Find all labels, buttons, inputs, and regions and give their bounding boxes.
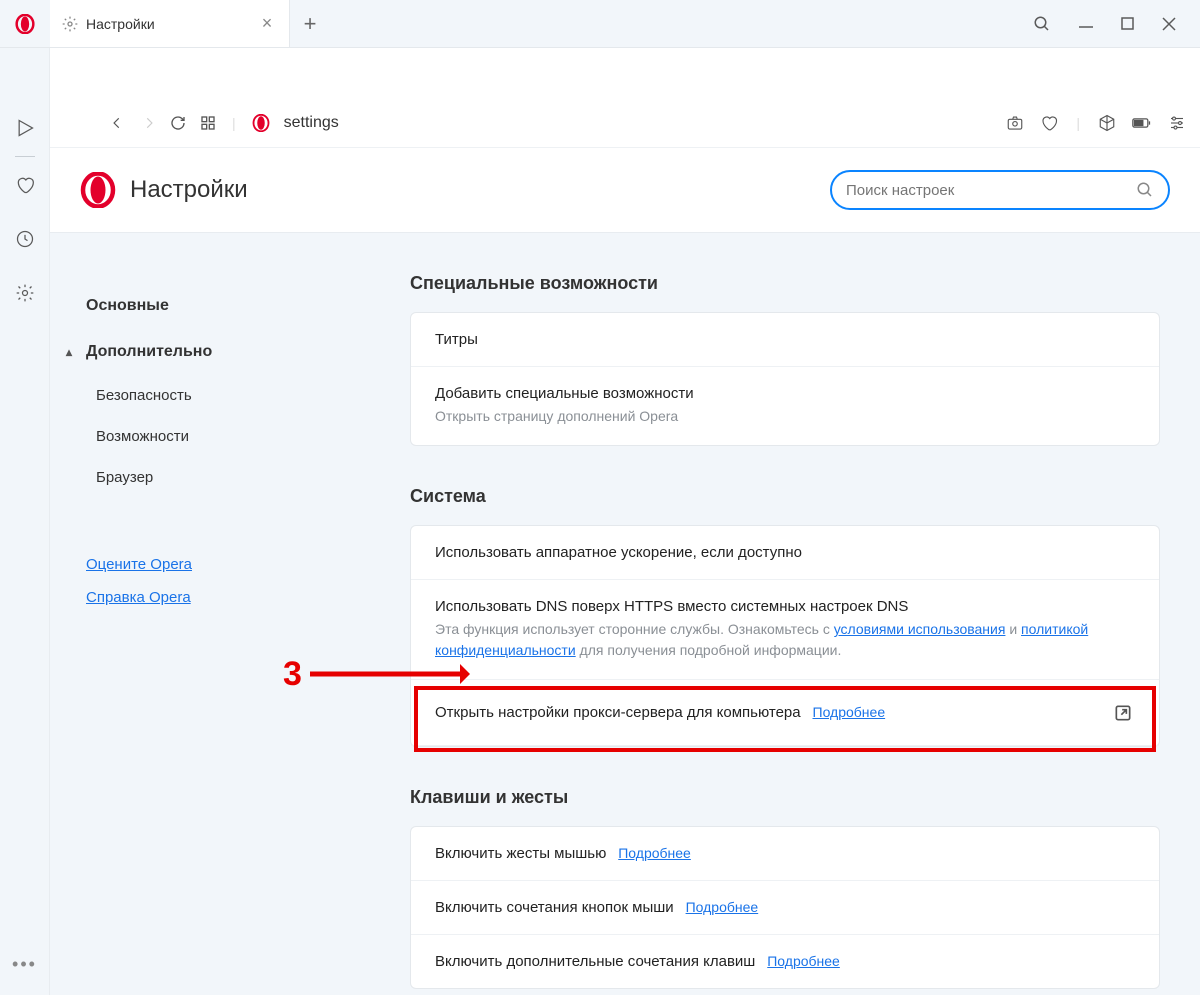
accessibility-card: Титры Добавить специальные возможности О… <box>410 312 1160 446</box>
row-captions[interactable]: Титры <box>411 313 1159 367</box>
search-icon <box>1136 181 1154 199</box>
settings-header: Настройки <box>50 148 1200 233</box>
window-controls <box>1033 0 1200 47</box>
reload-button[interactable] <box>170 115 186 131</box>
easy-setup-icon[interactable] <box>1168 114 1186 132</box>
search-icon[interactable] <box>1033 15 1051 33</box>
proxy-more-link[interactable]: Подробнее <box>813 704 886 720</box>
more-link[interactable]: Подробнее <box>618 845 691 861</box>
terms-link[interactable]: условиями использования <box>834 621 1006 637</box>
row-proxy-settings[interactable]: Открыть настройки прокси-сервера для ком… <box>411 680 1159 746</box>
row-advanced-shortcuts[interactable]: Включить дополнительные сочетания клавиш… <box>411 935 1159 988</box>
close-icon[interactable]: × <box>257 13 277 34</box>
settings-sidebar: Основные Дополнительно Безопасность Возм… <box>50 233 350 995</box>
search-input[interactable] <box>830 170 1170 210</box>
close-window-button[interactable] <box>1162 17 1176 31</box>
section-system-title: Система <box>410 486 1160 507</box>
titlebar: Настройки × + <box>0 0 1200 48</box>
sidebar-link-help[interactable]: Справка Opera <box>86 581 350 614</box>
heart-icon[interactable] <box>15 175 35 195</box>
play-icon[interactable] <box>15 118 35 138</box>
external-link-icon[interactable] <box>1113 703 1133 723</box>
rail-separator <box>15 156 35 157</box>
address-bar: | settings | <box>50 98 1200 148</box>
left-rail: ••• <box>0 48 50 995</box>
row-mouse-gestures[interactable]: Включить жесты мышью Подробнее <box>411 827 1159 881</box>
more-icon[interactable]: ••• <box>12 954 37 975</box>
page-title: Настройки <box>130 176 248 204</box>
snapshot-icon[interactable] <box>1006 114 1024 132</box>
search-field[interactable] <box>846 182 1136 199</box>
row-dns-https[interactable]: Использовать DNS поверх HTTPS вместо сис… <box>411 580 1159 680</box>
shortcuts-card: Включить жесты мышью Подробнее Включить … <box>410 826 1160 989</box>
sidebar-item-features[interactable]: Возможности <box>86 416 350 457</box>
more-link[interactable]: Подробнее <box>686 899 759 915</box>
maximize-button[interactable] <box>1121 17 1134 30</box>
row-hardware-accel[interactable]: Использовать аппаратное ускорение, если … <box>411 526 1159 580</box>
sidebar-item-advanced[interactable]: Дополнительно <box>86 329 350 375</box>
tab-title: Настройки <box>86 16 249 32</box>
url-text[interactable]: settings <box>284 114 339 132</box>
more-link[interactable]: Подробнее <box>767 953 840 969</box>
callout-arrow <box>310 662 470 686</box>
browser-tab[interactable]: Настройки × <box>50 0 290 47</box>
row-add-accessibility[interactable]: Добавить специальные возможности Открыть… <box>411 367 1159 445</box>
back-button[interactable] <box>110 116 124 130</box>
cube-icon[interactable] <box>1098 114 1116 132</box>
sidebar-item-browser[interactable]: Браузер <box>86 457 350 498</box>
opera-app-icon <box>0 0 50 47</box>
opera-logo-icon <box>252 114 270 132</box>
speed-dial-icon[interactable] <box>200 115 216 131</box>
history-icon[interactable] <box>15 229 35 249</box>
minimize-button[interactable] <box>1079 17 1093 31</box>
battery-icon[interactable] <box>1132 116 1152 130</box>
opera-logo-icon <box>80 172 116 208</box>
new-tab-button[interactable]: + <box>290 0 330 47</box>
gear-icon <box>62 16 78 32</box>
sidebar-link-rate[interactable]: Оцените Opera <box>86 548 350 581</box>
settings-main: Специальные возможности Титры Добавить с… <box>350 233 1200 995</box>
sidebar-item-security[interactable]: Безопасность <box>86 375 350 416</box>
bookmark-heart-icon[interactable] <box>1040 114 1058 132</box>
row-rocker-gestures[interactable]: Включить сочетания кнопок мыши Подробнее <box>411 881 1159 935</box>
system-card: Использовать аппаратное ускорение, если … <box>410 525 1160 747</box>
callout-number: 3 <box>283 655 302 694</box>
section-shortcuts-title: Клавиши и жесты <box>410 787 1160 808</box>
forward-button[interactable] <box>142 116 156 130</box>
sidebar-item-basic[interactable]: Основные <box>86 283 350 329</box>
section-accessibility-title: Специальные возможности <box>410 273 1160 294</box>
settings-rail-icon[interactable] <box>15 283 35 303</box>
